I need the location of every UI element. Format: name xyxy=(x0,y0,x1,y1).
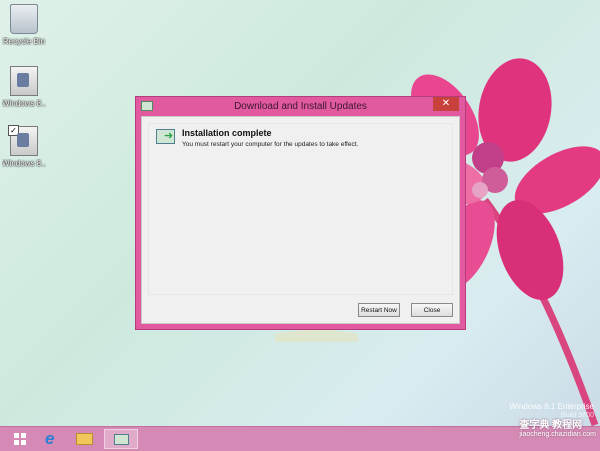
content-frame xyxy=(148,123,453,295)
dialog-titlebar[interactable]: Download and Install Updates ✕ xyxy=(136,97,465,116)
site-watermark-name: 查字典 教程网 xyxy=(519,420,583,431)
installer-icon: ✓ xyxy=(8,125,38,156)
update-status-icon xyxy=(156,129,175,144)
desktop-icon-label: Recycle Bin xyxy=(2,37,46,46)
desktop-icon-installer-1[interactable]: Windows 8... xyxy=(2,66,46,108)
windows-update-taskbar-button[interactable] xyxy=(104,429,138,449)
close-button[interactable]: Close xyxy=(411,303,453,317)
start-button[interactable] xyxy=(6,429,36,449)
desktop-icon-installer-2[interactable]: ✓ Windows 8... xyxy=(2,125,46,168)
dialog-client-area: Installation complete You must restart y… xyxy=(141,116,460,324)
internet-explorer-button[interactable]: e xyxy=(38,429,68,449)
file-explorer-button[interactable] xyxy=(70,429,100,449)
os-edition-label: Windows 8.1 Enterprise xyxy=(509,402,594,411)
desktop-icon-recycle-bin[interactable]: Recycle Bin xyxy=(2,4,46,46)
update-dialog: Download and Install Updates ✕ Installat… xyxy=(135,96,466,330)
installer-icon xyxy=(10,66,38,96)
taskbar: e xyxy=(0,426,600,451)
site-watermark-url: jiaocheng.chazidian.com xyxy=(519,431,596,438)
status-message: You must restart your computer for the u… xyxy=(182,141,359,148)
desktop-icon-label: Windows 8... xyxy=(2,99,46,108)
folder-icon xyxy=(76,433,93,445)
desktop-icon-label: Windows 8... xyxy=(2,159,46,168)
internet-explorer-icon: e xyxy=(45,429,55,448)
windows-update-icon xyxy=(141,101,153,111)
status-heading: Installation complete xyxy=(182,128,272,138)
checkbox-icon: ✓ xyxy=(8,125,19,136)
site-watermark: 查字典 教程网 jiaocheng.chazidian.com xyxy=(519,416,596,438)
close-window-button[interactable]: ✕ xyxy=(433,97,459,111)
dialog-title: Download and Install Updates xyxy=(234,101,367,112)
windows-update-icon xyxy=(114,434,129,445)
restart-now-button[interactable]: Restart Now xyxy=(358,303,400,317)
recycle-bin-icon xyxy=(10,4,38,34)
windows-logo-icon xyxy=(14,433,26,445)
